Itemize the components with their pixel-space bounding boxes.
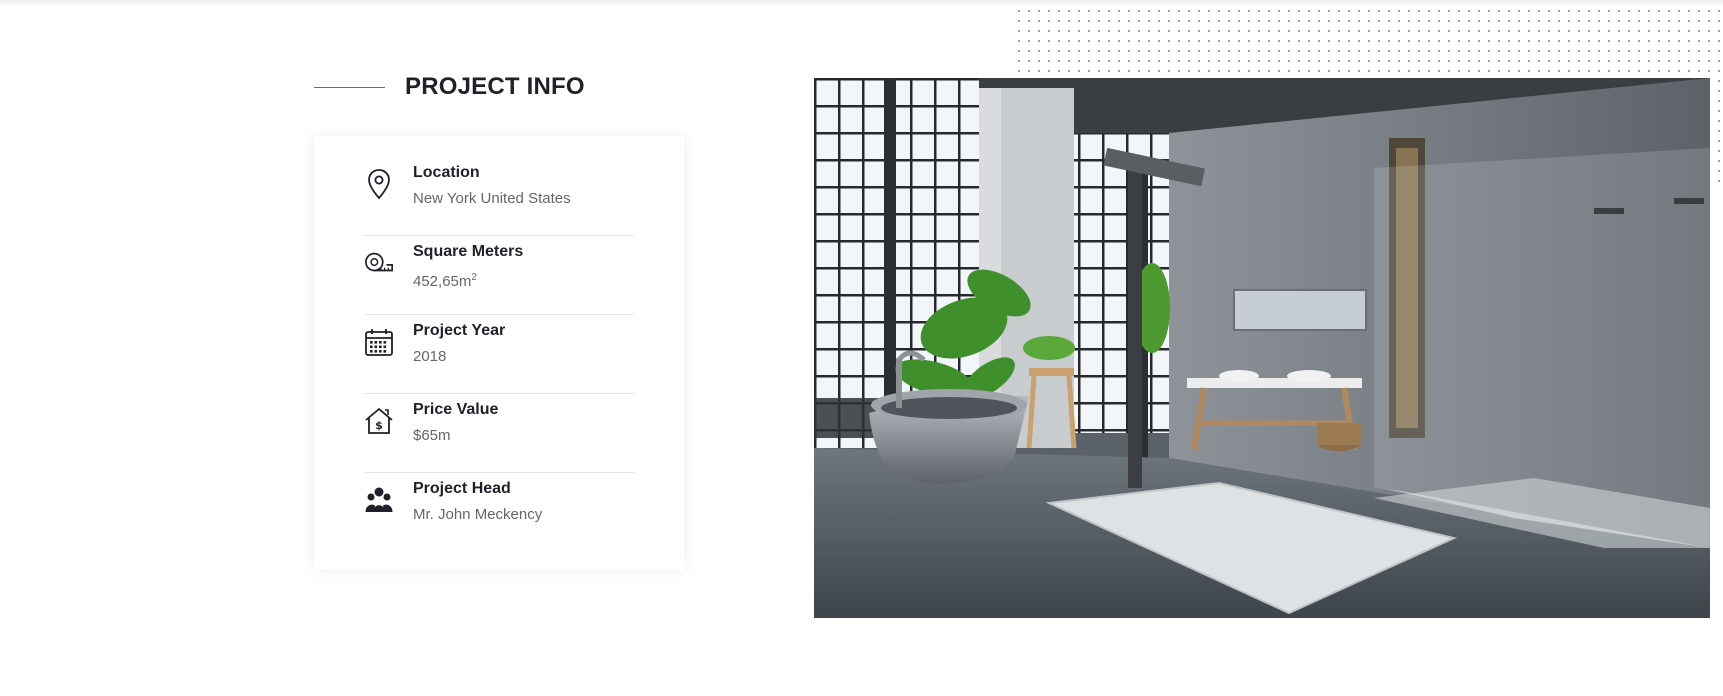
project-info-card: Location New York United States Square M… [314,136,684,570]
info-label: Square Meters [413,243,524,260]
section-heading: PROJECT INFO [314,70,585,104]
info-value-text: 452,65m [413,273,472,290]
heading-accent-line [314,86,385,88]
info-value: 452,65m2 [413,268,523,292]
tape-measure-icon [364,248,394,278]
section-title: PROJECT INFO [405,73,585,100]
info-item-project-year: Project Year 2018 [364,315,634,394]
info-item-project-head: Project Head Mr. John Meckency [364,473,634,552]
calendar-icon [364,327,394,357]
house-dollar-icon: $ [364,406,394,436]
info-label: Price Value [413,401,499,418]
info-label: Project Head [413,480,511,497]
team-icon [364,485,394,515]
info-item-square-meters: Square Meters 452,65m2 [364,236,634,315]
svg-text:$: $ [375,419,383,432]
info-value: $65m [413,427,451,444]
project-photo [814,78,1710,618]
location-pin-icon [364,169,394,200]
info-label: Project Year [413,322,506,339]
info-value-superscript: 2 [471,272,477,283]
info-value: Mr. John Meckency [413,506,543,523]
bathroom-illustration [814,78,1710,618]
info-item-location: Location New York United States [364,157,634,236]
info-label: Location [413,164,480,181]
info-value: 2018 [413,348,447,365]
info-value: New York United States [413,190,571,207]
info-item-price-value: $ Price Value $65m [364,394,634,473]
